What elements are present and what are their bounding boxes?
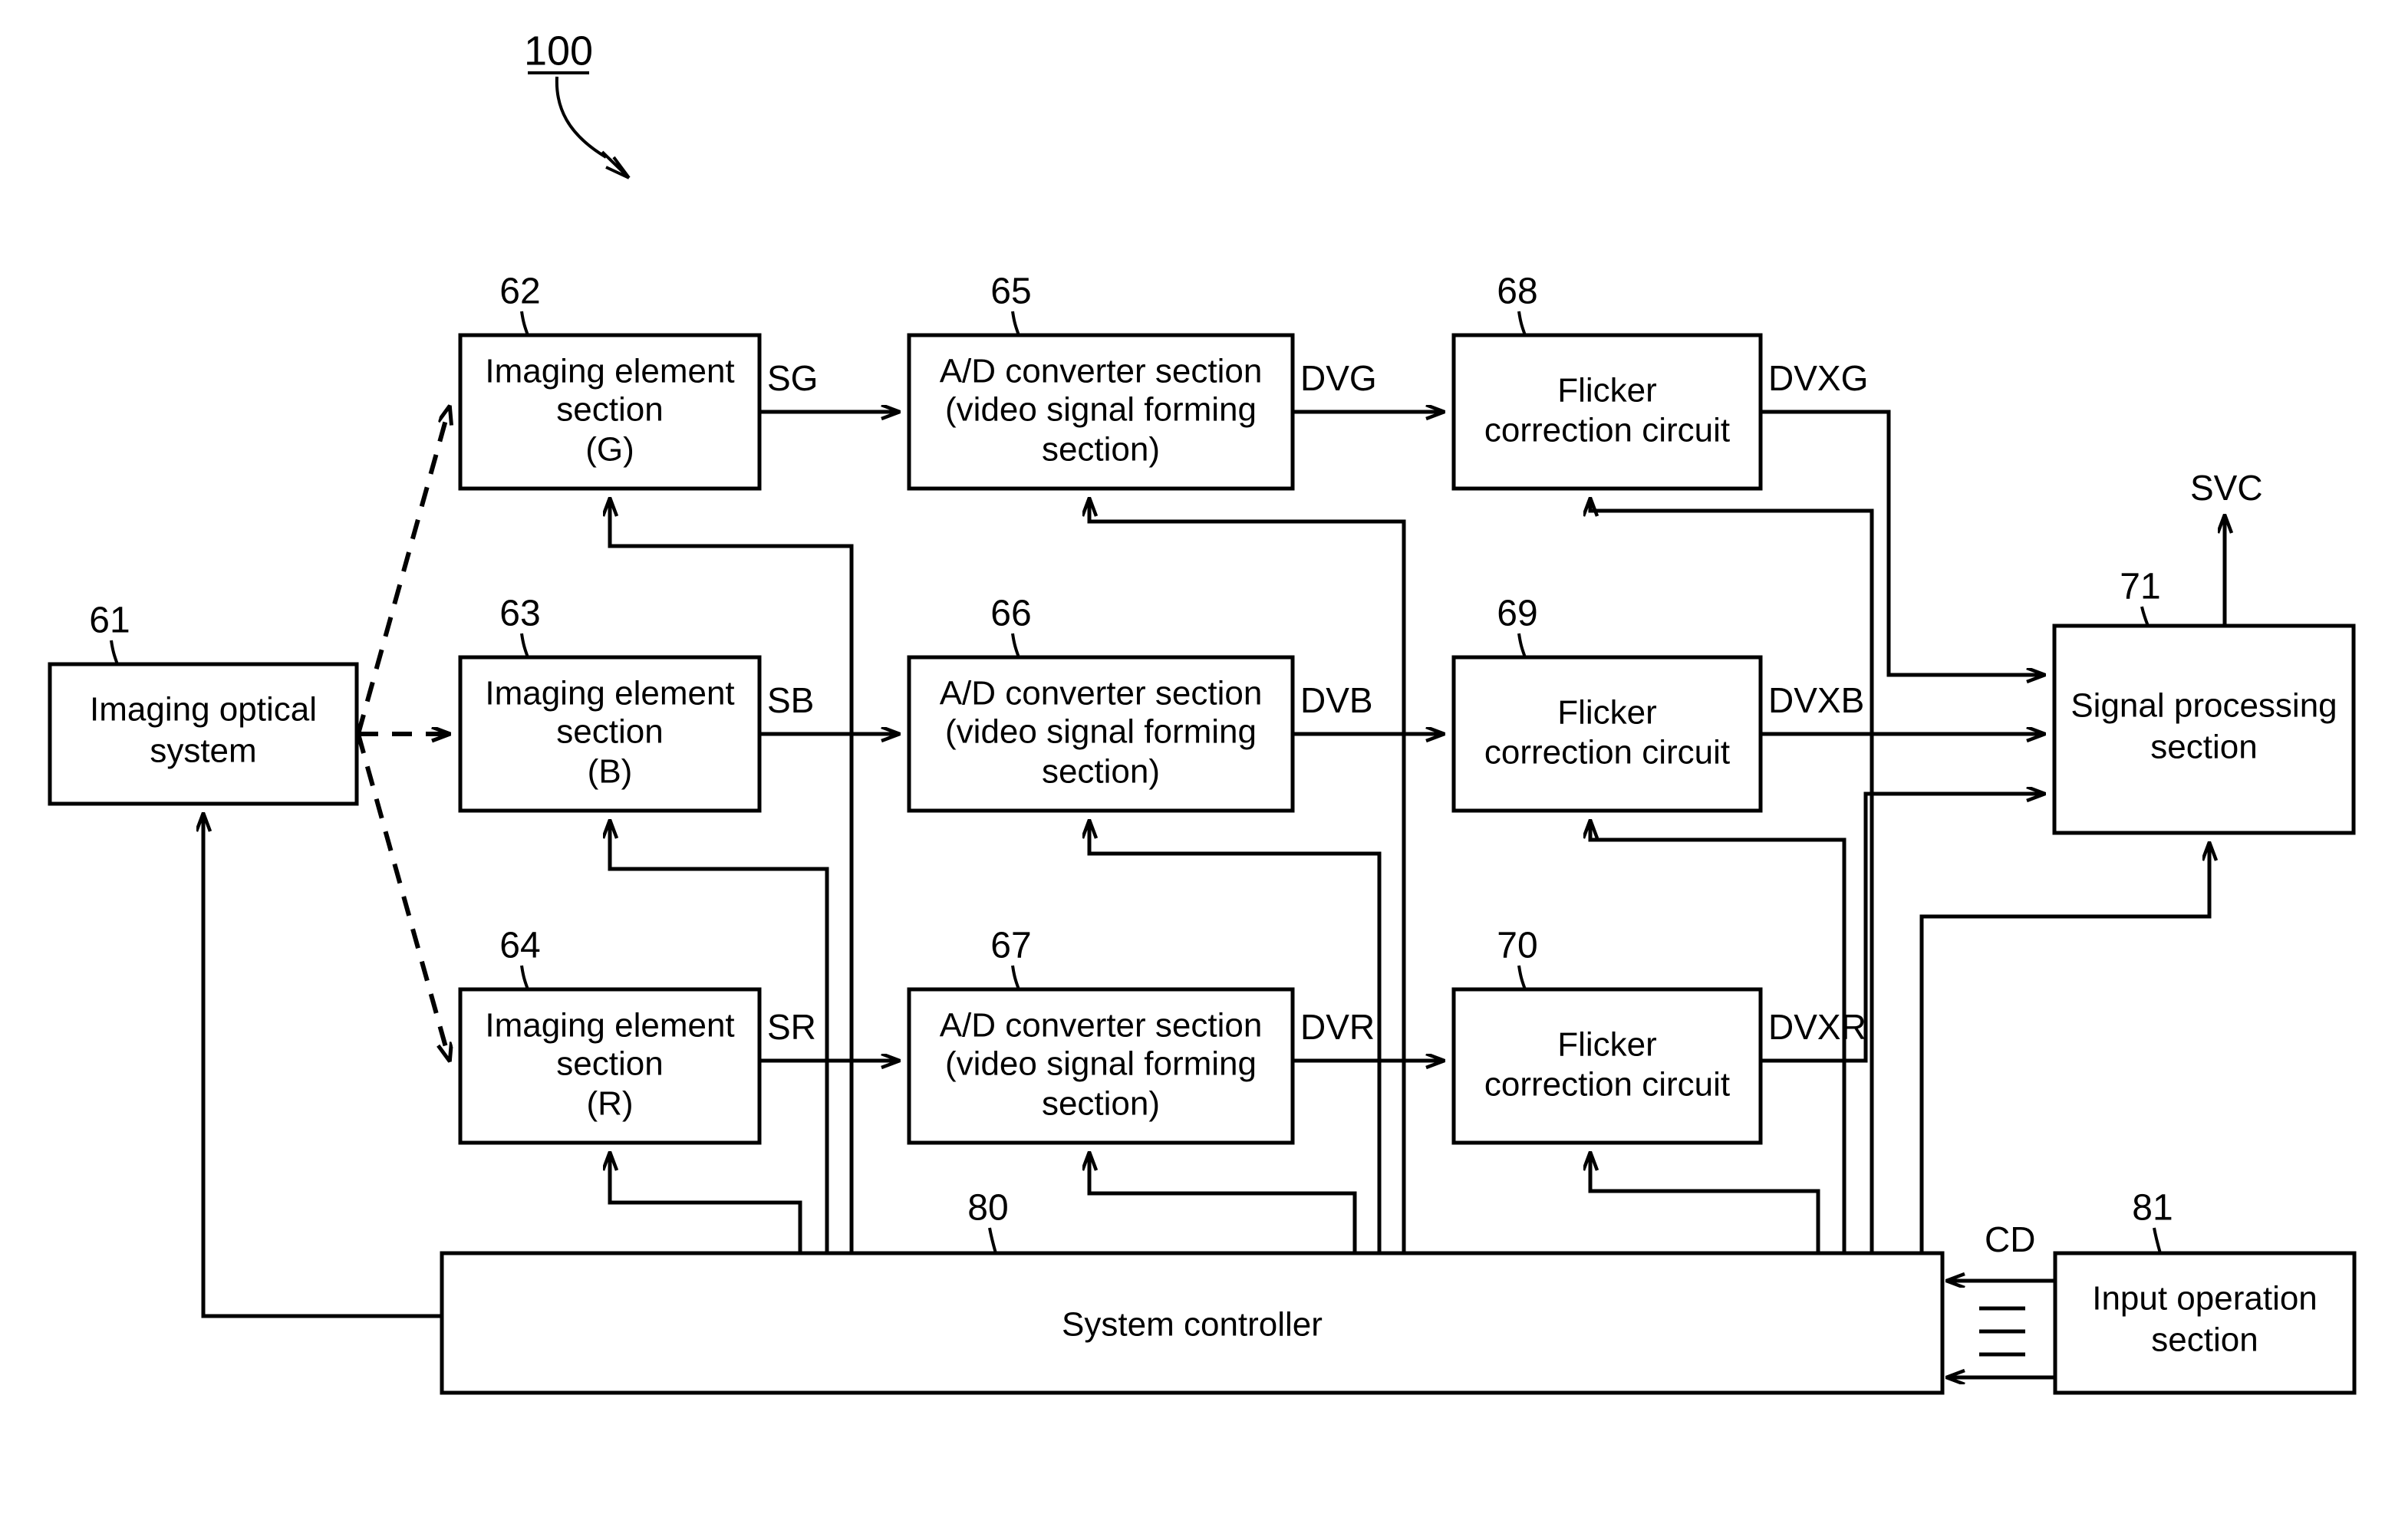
figure-number: 100 bbox=[524, 28, 593, 74]
patent-figure: 100 Imaging element section (G) 62 A/D c… bbox=[0, 0, 2395, 1540]
ref-81: 81 bbox=[2132, 1188, 2173, 1229]
flicker-correction-g-label-1: Flicker bbox=[1557, 372, 1657, 410]
imaging-element-b-label-3: (B) bbox=[588, 753, 633, 791]
signal-processing-label-1: Signal processing bbox=[2071, 687, 2337, 725]
cd-label: CD bbox=[1985, 1219, 2035, 1259]
ref-62: 62 bbox=[499, 271, 540, 312]
ref-80: 80 bbox=[967, 1188, 1008, 1229]
ref-67: 67 bbox=[990, 926, 1031, 966]
ad-converter-b-label-2: (video signal forming bbox=[945, 713, 1257, 751]
ref-69: 69 bbox=[1497, 594, 1537, 634]
imaging-element-g-label-1: Imaging element bbox=[485, 353, 734, 390]
imaging-element-r-label-3: (R) bbox=[586, 1085, 633, 1123]
dvb-label: DVB bbox=[1300, 680, 1373, 720]
imaging-element-g-label-3: (G) bbox=[585, 431, 634, 469]
flicker-correction-b-label-2: correction circuit bbox=[1484, 734, 1730, 772]
signal-processing-label-2: section bbox=[2150, 729, 2257, 766]
imaging-element-r-label-2: section bbox=[556, 1045, 663, 1083]
flicker-correction-r-label-2: correction circuit bbox=[1484, 1066, 1730, 1104]
ad-converter-b-label-3: section) bbox=[1042, 753, 1160, 791]
input-operation-label-1: Input operation bbox=[2092, 1280, 2318, 1318]
ad-converter-g-label-1: A/D converter section bbox=[940, 353, 1263, 390]
ref-68: 68 bbox=[1497, 271, 1537, 312]
imaging-optical-system-label-1: Imaging optical bbox=[90, 691, 317, 729]
imaging-element-b-label-1: Imaging element bbox=[485, 675, 734, 712]
imaging-element-b-label-2: section bbox=[556, 713, 663, 751]
sg-label: SG bbox=[767, 358, 818, 398]
dvg-label: DVG bbox=[1300, 358, 1377, 398]
flicker-correction-b-label-1: Flicker bbox=[1557, 694, 1657, 732]
dvxr-label: DVXR bbox=[1768, 1007, 1866, 1047]
ref-65: 65 bbox=[990, 271, 1031, 312]
flicker-correction-g-label-2: correction circuit bbox=[1484, 412, 1730, 449]
ref-64: 64 bbox=[499, 926, 540, 966]
flicker-correction-r-label-1: Flicker bbox=[1557, 1026, 1657, 1064]
svc-label: SVC bbox=[2190, 468, 2263, 508]
ref-63: 63 bbox=[499, 594, 540, 634]
ref-66: 66 bbox=[990, 594, 1031, 634]
input-operation-label-2: section bbox=[2151, 1321, 2258, 1359]
ad-converter-g-label-3: section) bbox=[1042, 431, 1160, 469]
ad-converter-b-label-1: A/D converter section bbox=[940, 675, 1263, 712]
system-controller-label: System controller bbox=[1062, 1306, 1323, 1344]
ad-converter-r-label-1: A/D converter section bbox=[940, 1007, 1263, 1045]
sr-label: SR bbox=[767, 1007, 816, 1047]
dvxb-label: DVXB bbox=[1768, 680, 1864, 720]
ref-70: 70 bbox=[1497, 926, 1537, 966]
ad-converter-r-label-3: section) bbox=[1042, 1085, 1160, 1123]
dvr-label: DVR bbox=[1300, 1007, 1375, 1047]
ref-61: 61 bbox=[89, 601, 130, 641]
ad-converter-r-label-2: (video signal forming bbox=[945, 1045, 1257, 1083]
imaging-element-g-label-2: section bbox=[556, 391, 663, 429]
ad-converter-g-label-2: (video signal forming bbox=[945, 391, 1257, 429]
imaging-element-r-label-1: Imaging element bbox=[485, 1007, 734, 1045]
sb-label: SB bbox=[767, 680, 814, 720]
imaging-optical-system-label-2: system bbox=[150, 732, 256, 770]
ref-71: 71 bbox=[2120, 567, 2160, 607]
dvxg-label: DVXG bbox=[1768, 358, 1868, 398]
